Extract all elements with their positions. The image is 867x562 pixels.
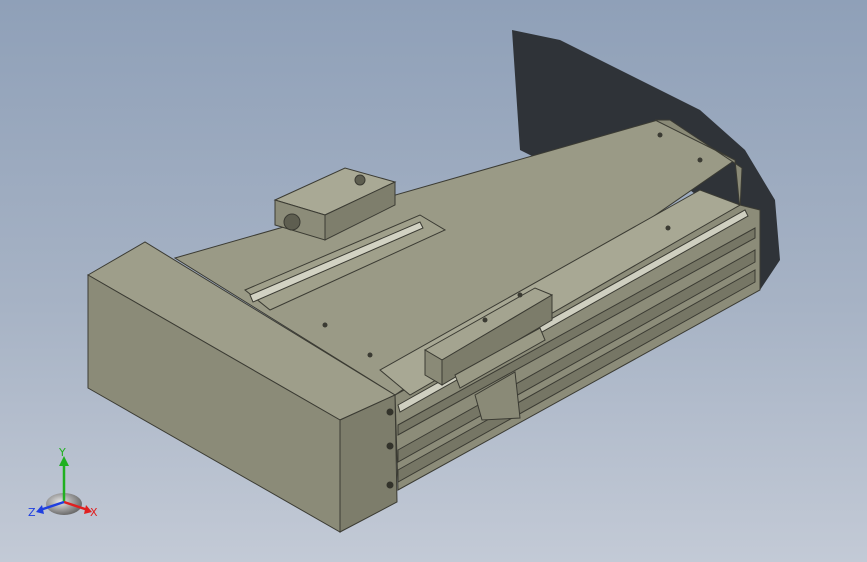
cad-viewport[interactable]: Y X Z	[0, 0, 867, 562]
z-axis-arrow	[36, 505, 44, 514]
model-render[interactable]	[0, 0, 867, 562]
y-axis-label: Y	[58, 446, 66, 459]
z-axis-label: Z	[28, 506, 36, 519]
x-axis-label: X	[90, 506, 98, 519]
orientation-triad[interactable]: Y X Z	[26, 446, 106, 526]
